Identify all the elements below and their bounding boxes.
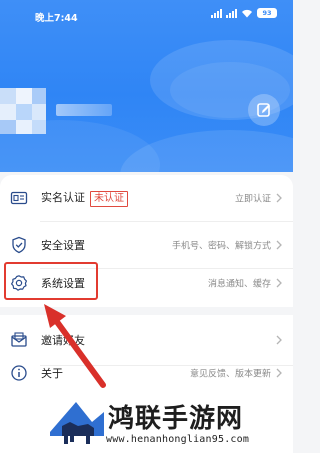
signal-icon (211, 8, 222, 18)
menu-label-realname: 实名认证 (41, 191, 85, 204)
shield-icon (12, 236, 26, 254)
info-icon (11, 365, 27, 381)
menu-item-realname[interactable]: 实名认证 未认证 立即认证 (0, 175, 293, 221)
status-bar: 晚上7:44 93 (0, 0, 293, 28)
section-gap (0, 307, 293, 315)
menu-detail-security: 手机号、密码、解锁方式 (171, 241, 271, 252)
watermark-title: 鸿联手游网 (108, 404, 244, 434)
envelope-icon (11, 332, 27, 347)
battery-icon: 93 (257, 8, 277, 18)
watermark-url: www.henanhonglian95.com (106, 434, 250, 445)
status-time: 晚上7:44 (35, 13, 78, 24)
chevron-right-icon (276, 278, 282, 288)
signal-icon-2 (226, 8, 237, 18)
menu-detail-about: 意见反馈、版本更新 (189, 369, 271, 380)
highlight-box (4, 262, 98, 300)
avatar[interactable] (0, 88, 46, 134)
edit-pencil-icon (257, 103, 270, 117)
profile-header: 晚上7:44 93 (0, 0, 293, 172)
chevron-right-icon (276, 335, 282, 345)
id-card-icon (10, 191, 28, 205)
wifi-icon (242, 9, 252, 17)
edit-profile-button[interactable] (248, 94, 280, 126)
menu-detail-system: 消息通知、缓存 (207, 279, 271, 290)
username-blurred (56, 104, 112, 116)
watermark-logo-icon (50, 402, 104, 444)
menu-label-security: 安全设置 (41, 239, 85, 252)
unverified-badge: 未认证 (90, 191, 128, 207)
chevron-right-icon (276, 240, 282, 250)
chevron-right-icon (276, 368, 282, 378)
verify-now-link[interactable]: 立即认证 (235, 192, 271, 205)
chevron-right-icon (276, 193, 282, 203)
menu-label-invite: 邀请好友 (41, 334, 85, 347)
menu-label-about: 关于 (41, 367, 63, 380)
